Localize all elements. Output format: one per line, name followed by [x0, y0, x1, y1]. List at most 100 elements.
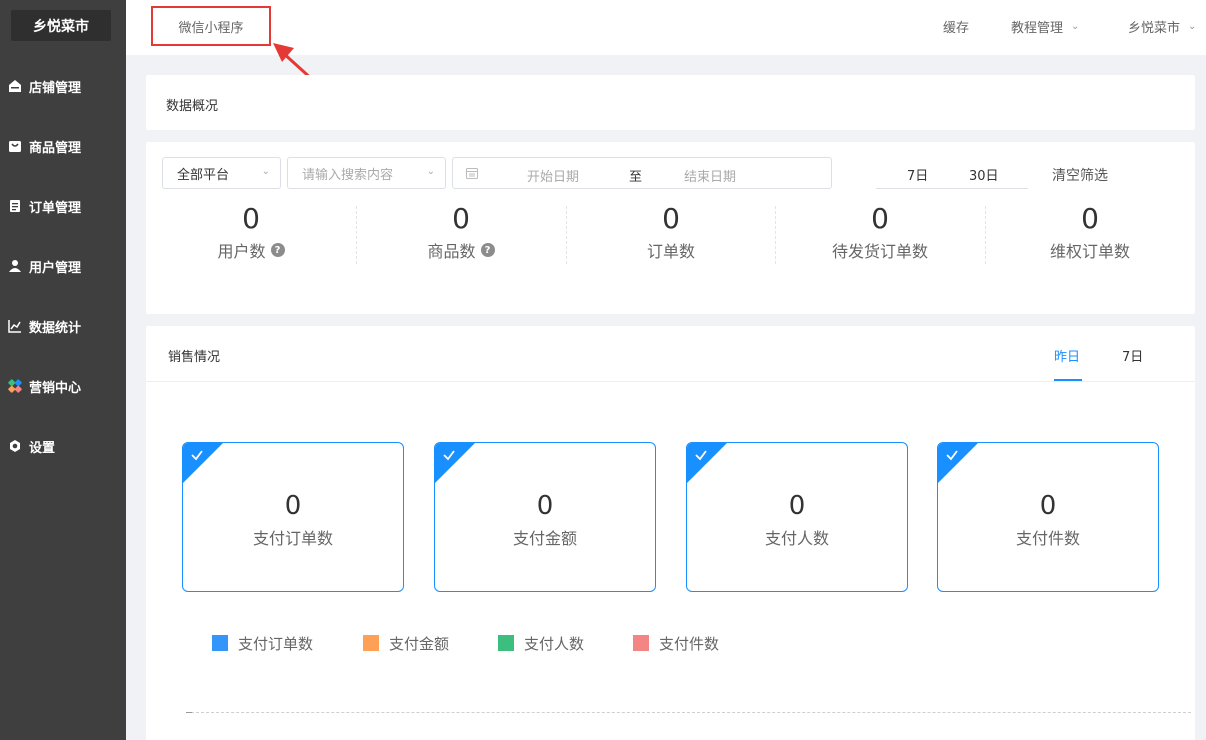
metric-card-paid-items[interactable]: 0 支付件数: [937, 442, 1159, 592]
cache-label: 缓存: [943, 21, 970, 36]
card-value: 0: [284, 491, 302, 521]
stat-goods: 0 商品数?: [356, 202, 566, 268]
sales-title: 销售情况: [168, 350, 221, 365]
stat-label: 订单数: [646, 242, 695, 261]
card-label: 支付金额: [512, 529, 577, 548]
legend-item-paid-amount[interactable]: 支付金额: [363, 632, 449, 654]
stat-pending-shipment: 0 待发货订单数: [775, 202, 985, 268]
range-buttons: 7日 30日: [876, 157, 1028, 189]
stat-value: 0: [1081, 202, 1099, 235]
chevron-down-icon: ⌄: [261, 166, 270, 177]
store-name-label: 乡悦菜市: [1128, 21, 1181, 36]
card-value: 0: [536, 491, 554, 521]
legend-label: 支付订单数: [238, 634, 314, 653]
sidebar-item-goods[interactable]: 商品管理: [0, 126, 126, 166]
sidebar-item-label: 设置: [29, 440, 56, 456]
start-date-input[interactable]: 开始日期: [527, 166, 579, 185]
stat-value: 0: [452, 202, 470, 235]
tab-7-days[interactable]: 7日: [1122, 346, 1143, 365]
metric-card-paid-users[interactable]: 0 支付人数: [686, 442, 908, 592]
tutorial-label: 教程管理: [1011, 21, 1064, 36]
sidebar-item-label: 用户管理: [29, 260, 82, 276]
check-icon: [946, 450, 958, 461]
legend-swatch: [363, 635, 379, 651]
clear-filter-button[interactable]: 清空筛选: [1052, 165, 1108, 185]
legend-swatch: [212, 635, 228, 651]
card-label: 支付人数: [764, 529, 829, 548]
store-menu[interactable]: 乡悦菜市 ⌄: [1128, 17, 1196, 36]
range-7-days-button[interactable]: 7日: [907, 165, 928, 184]
range-30-days-button[interactable]: 30日: [969, 165, 999, 184]
stat-users: 0 用户数?: [146, 202, 356, 268]
platform-value: 全部平台: [177, 167, 230, 183]
check-icon: [191, 450, 203, 461]
sales-header: 销售情况 昨日 7日: [146, 326, 1195, 382]
order-icon: [8, 199, 22, 213]
top-bar: 微信小程序 缓存 教程管理 ⌄ 乡悦菜市 ⌄: [126, 0, 1206, 55]
metric-card-paid-amount[interactable]: 0 支付金额: [434, 442, 656, 592]
calendar-icon: [466, 168, 478, 179]
help-icon[interactable]: ?: [270, 243, 285, 257]
cache-link[interactable]: 缓存: [943, 17, 969, 36]
stat-value: 0: [871, 202, 889, 235]
sidebar-item-statistics[interactable]: 数据统计: [0, 306, 126, 346]
sidebar-item-store[interactable]: 店铺管理: [0, 66, 126, 106]
overview-panel: 数据概况: [146, 75, 1195, 130]
active-tab-indicator: [1054, 379, 1082, 381]
sidebar-item-settings[interactable]: 设置: [0, 426, 126, 466]
chevron-down-icon: ⌄: [1071, 21, 1080, 32]
store-icon: [8, 79, 22, 93]
stat-label: 维权订单数: [1049, 242, 1130, 261]
stats-row: 0 用户数? 0 商品数? 0 订单数 0 待发货订单数 0 维权订单数: [146, 202, 1195, 268]
sidebar-item-marketing[interactable]: 营销中心: [0, 366, 126, 406]
settings-icon: [8, 439, 22, 453]
sidebar-item-orders[interactable]: 订单管理: [0, 186, 126, 226]
date-range-picker[interactable]: 开始日期 至 结束日期: [452, 157, 832, 189]
sales-panel: 销售情况 昨日 7日 0 支付订单数 0 支付金额 0 支付人数 0 支付件数 …: [146, 326, 1195, 740]
stat-label: 商品数: [427, 242, 476, 261]
card-label: 支付件数: [1015, 529, 1080, 548]
legend-item-paid-orders[interactable]: 支付订单数: [212, 632, 313, 654]
stat-value: 0: [662, 202, 680, 235]
chart-baseline: [186, 712, 1191, 713]
legend-swatch: [633, 635, 649, 651]
goods-icon: [8, 139, 22, 153]
brand-logo[interactable]: 乡悦菜市: [11, 10, 111, 41]
search-select[interactable]: 请输入搜索内容 ⌄: [287, 157, 446, 189]
check-icon: [443, 450, 455, 461]
date-separator: 至: [629, 170, 643, 185]
sidebar-item-label: 订单管理: [29, 200, 82, 216]
end-date-input[interactable]: 结束日期: [684, 166, 736, 185]
help-icon[interactable]: ?: [480, 243, 495, 257]
stat-label: 待发货订单数: [831, 242, 928, 261]
legend-item-paid-items[interactable]: 支付件数: [633, 632, 719, 654]
sidebar-item-label: 商品管理: [29, 140, 82, 156]
chevron-down-icon: ⌄: [426, 166, 435, 177]
stat-value: 0: [242, 202, 260, 235]
card-value: 0: [1039, 491, 1057, 521]
legend-label: 支付件数: [659, 634, 720, 653]
legend-item-paid-users[interactable]: 支付人数: [498, 632, 584, 654]
stat-refund-orders: 0 维权订单数: [985, 202, 1195, 268]
sidebar: 乡悦菜市 店铺管理 商品管理 订单管理 用户管理 数据统计 营销中心 设置: [0, 0, 126, 740]
legend-label: 支付人数: [524, 634, 585, 653]
sidebar-item-users[interactable]: 用户管理: [0, 246, 126, 286]
tutorial-menu[interactable]: 教程管理 ⌄: [1011, 17, 1079, 36]
sidebar-item-label: 店铺管理: [29, 80, 82, 96]
user-icon: [8, 259, 22, 273]
wechat-mini-program-tab[interactable]: 微信小程序: [151, 6, 271, 46]
stat-label: 用户数: [217, 242, 266, 261]
marketing-icon: [8, 379, 22, 393]
sidebar-item-label: 数据统计: [29, 320, 82, 336]
sidebar-item-label: 营销中心: [29, 380, 82, 396]
tab-yesterday[interactable]: 昨日: [1054, 346, 1080, 365]
chart-axis-tick: [186, 712, 192, 713]
search-placeholder: 请输入搜索内容: [302, 167, 394, 183]
check-icon: [695, 450, 707, 461]
metric-card-paid-orders[interactable]: 0 支付订单数: [182, 442, 404, 592]
platform-select[interactable]: 全部平台 ⌄: [162, 157, 281, 189]
chart-icon: [8, 319, 22, 333]
chevron-down-icon: ⌄: [1188, 21, 1197, 32]
stat-orders: 0 订单数: [566, 202, 776, 268]
legend-label: 支付金额: [389, 634, 450, 653]
